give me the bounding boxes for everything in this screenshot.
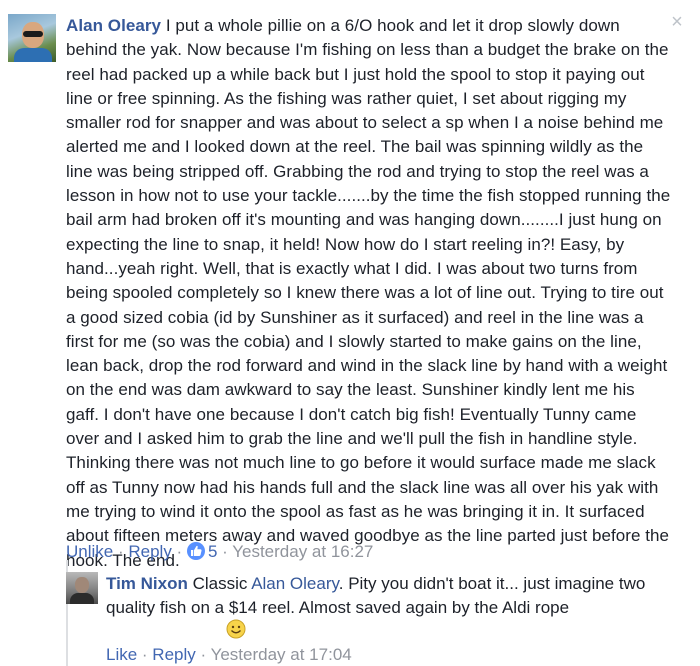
separator: · [217, 542, 233, 561]
avatar-sunglasses [23, 31, 43, 37]
reply-avatar-body [70, 593, 94, 604]
reply-avatar[interactable] [66, 572, 98, 604]
comment-author-link[interactable]: Alan Oleary [66, 16, 161, 35]
reply-thread: Tim Nixon Classic Alan Oleary. Pity you … [66, 560, 700, 666]
previous-comment-fragment [0, 0, 700, 9]
separator: · [171, 542, 187, 561]
separator: · [137, 645, 153, 664]
reply-author-link[interactable]: Tim Nixon [106, 574, 188, 593]
avatar-shirt [14, 48, 52, 62]
timestamp[interactable]: Yesterday at 16:27 [232, 542, 373, 561]
reply-avatar-face [75, 577, 89, 593]
like-thumb-icon[interactable] [186, 542, 205, 560]
unlike-button[interactable]: Unlike [66, 542, 113, 561]
reply-button[interactable]: Reply [152, 645, 195, 664]
timestamp[interactable]: Yesterday at 17:04 [211, 645, 352, 664]
like-count[interactable]: 5 [208, 542, 217, 561]
reply-button[interactable]: Reply [128, 542, 171, 561]
reply-text-before: Classic [192, 574, 252, 593]
reply-actions: Like · Reply · Yesterday at 17:04 [106, 644, 352, 666]
avatar[interactable] [8, 14, 56, 62]
reply-body: Tim Nixon Classic Alan Oleary. Pity you … [106, 572, 666, 620]
separator: · [195, 645, 211, 664]
separator: · [113, 542, 129, 561]
close-icon[interactable]: × [667, 12, 687, 32]
comment-text: I put a whole pillie on a 6/O hook and l… [66, 16, 671, 570]
mention-link[interactable]: Alan Oleary [251, 574, 339, 593]
smiling-face-icon [226, 619, 246, 639]
comment-body: Alan Oleary I put a whole pillie on a 6/… [66, 14, 672, 573]
like-button[interactable]: Like [106, 645, 137, 664]
